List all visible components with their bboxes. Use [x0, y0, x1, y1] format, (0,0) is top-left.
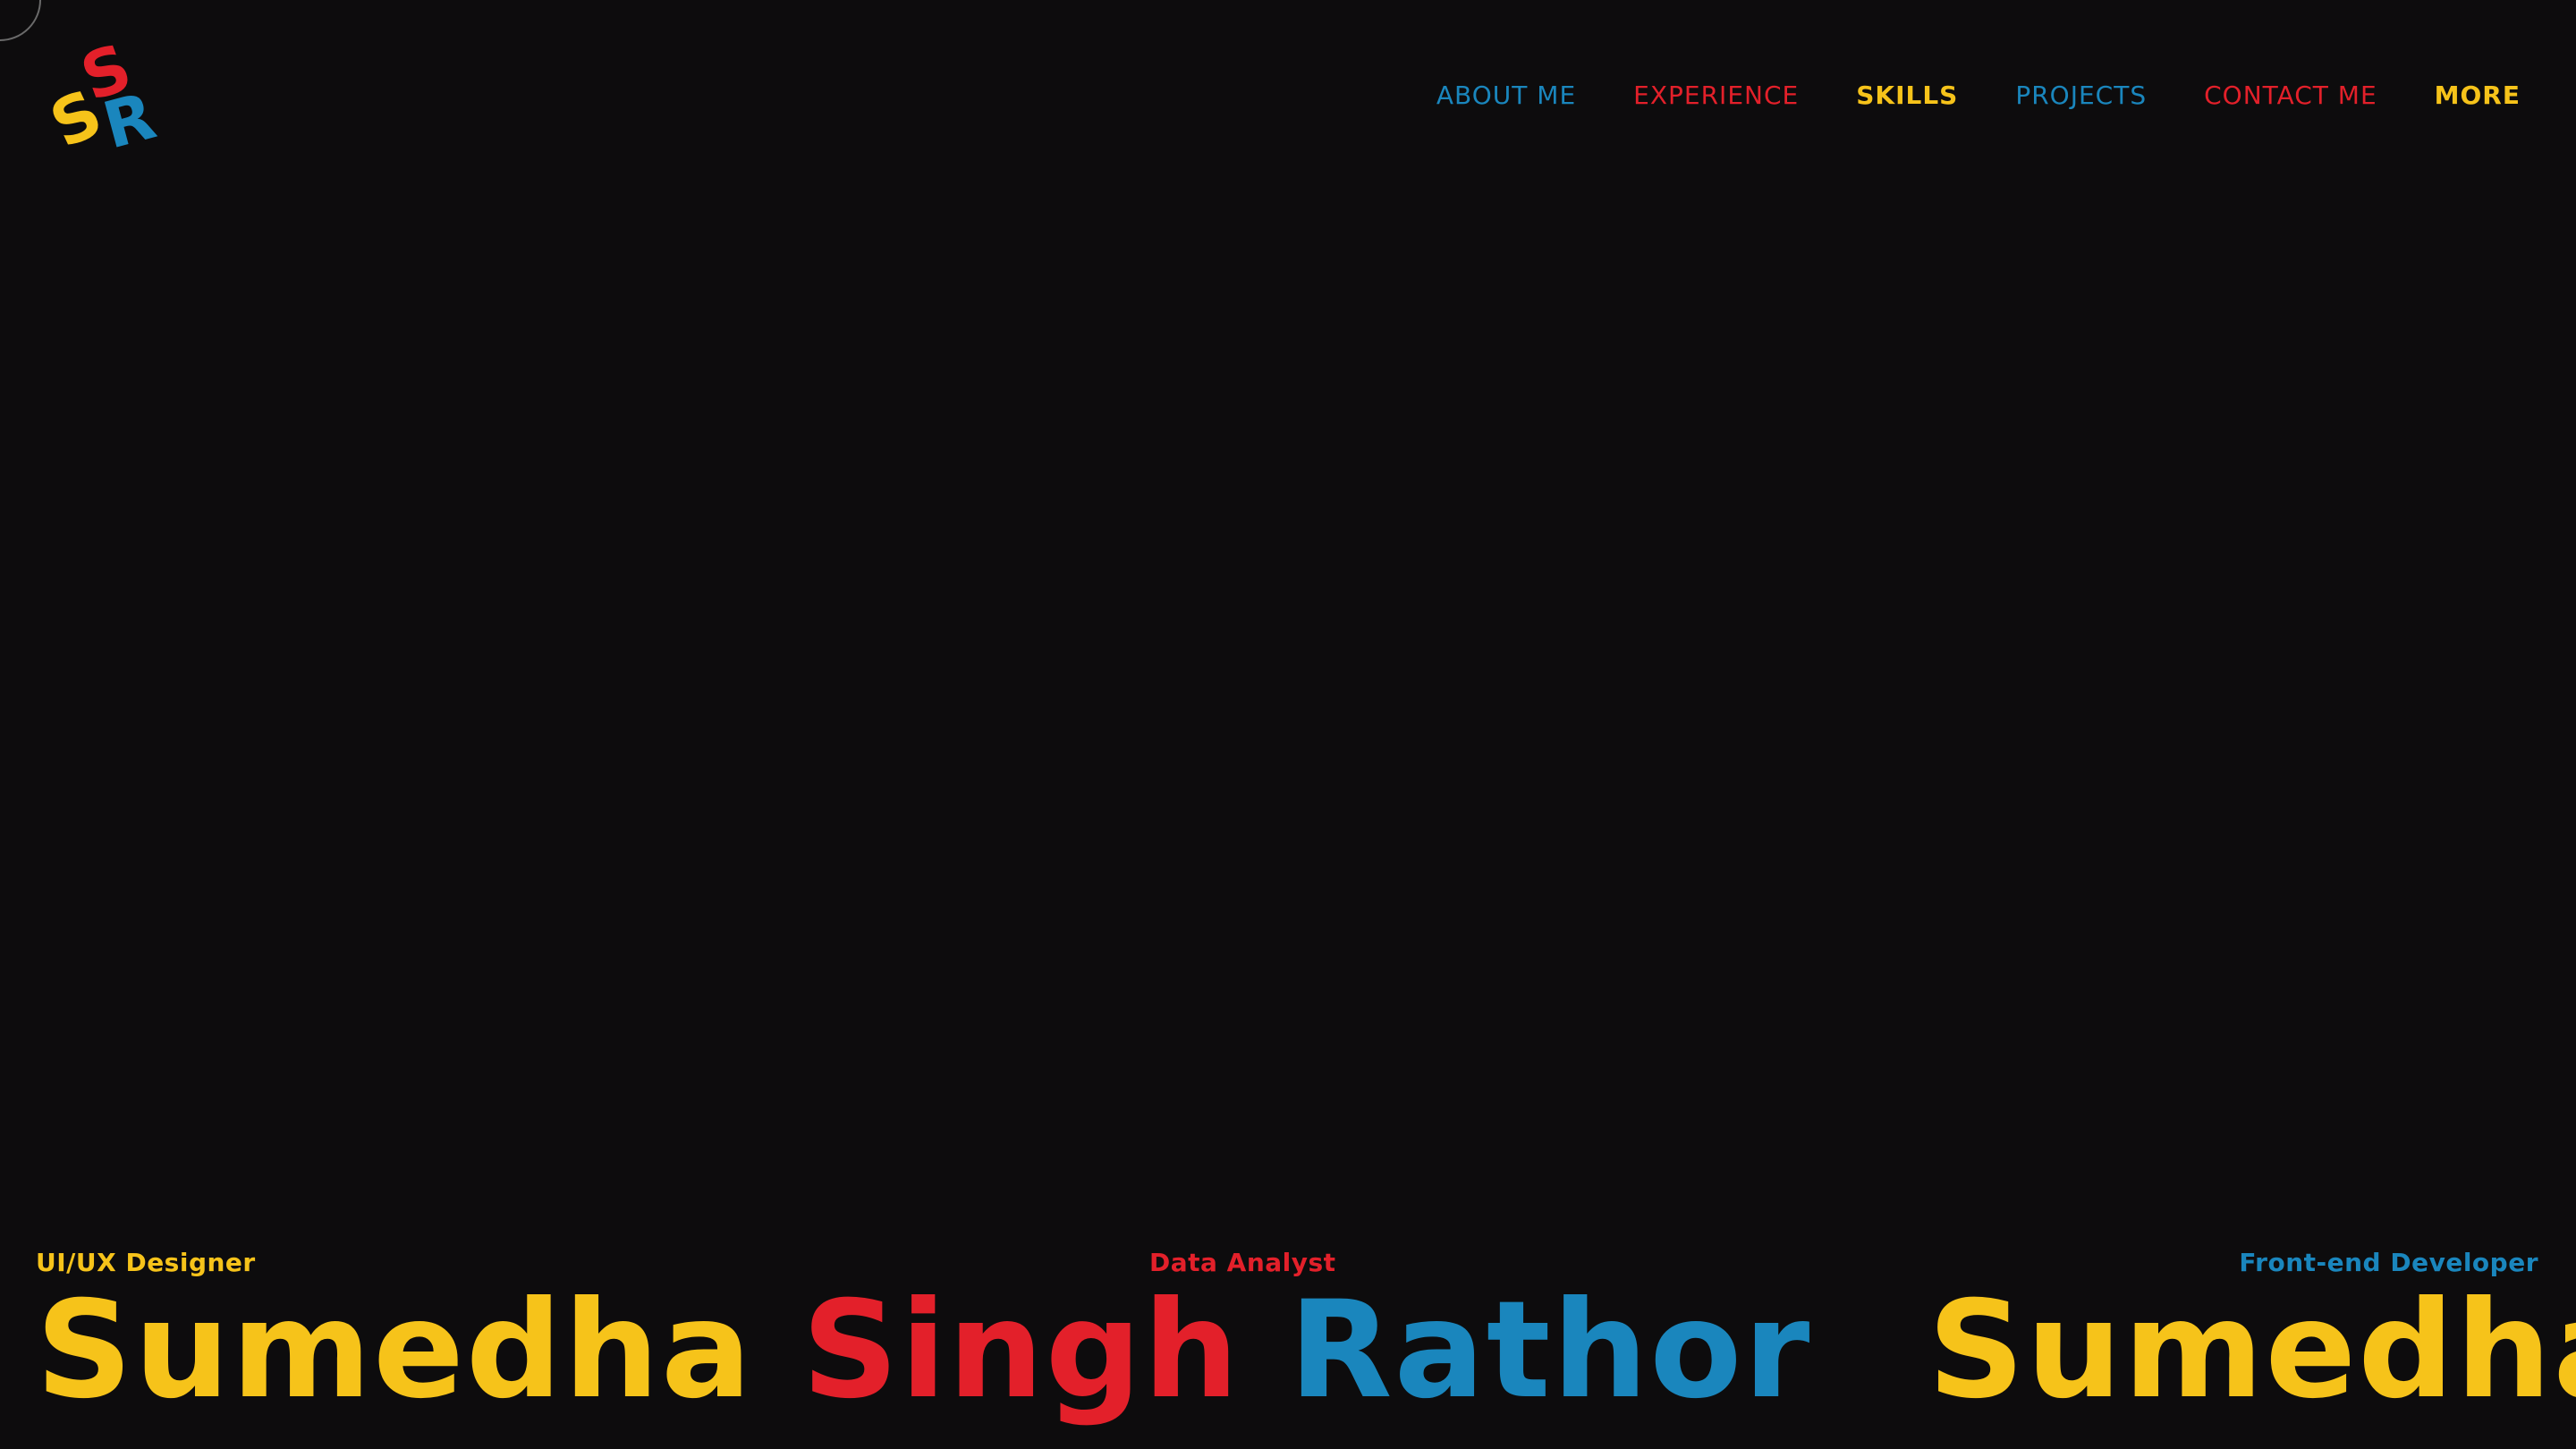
nav-about-me[interactable]: ABOUT ME — [1436, 80, 1576, 110]
cursor-ring — [0, 0, 41, 41]
name-last: Rathor — [1289, 1279, 1812, 1428]
name-group: Sumedha Singh Rathor — [36, 1279, 1811, 1422]
name-first: Sumedha — [1928, 1279, 2576, 1428]
nav-projects[interactable]: PROJECTS — [2015, 80, 2147, 110]
name-middle: Singh — [801, 1279, 1241, 1428]
ssr-logo-icon: S S R — [39, 30, 163, 164]
ssr-logo[interactable]: S S R — [39, 30, 170, 164]
nav-contact-me[interactable]: CONTACT ME — [2204, 80, 2377, 110]
role-ui-ux-designer: UI/UX Designer — [36, 1248, 256, 1277]
main-nav: ABOUT ME EXPERIENCE SKILLS PROJECTS CONT… — [1436, 80, 2521, 110]
name-marquee-track: Sumedha Singh Rathor Sumedha Singh Rathor — [36, 1279, 2576, 1422]
nav-experience[interactable]: EXPERIENCE — [1633, 80, 1799, 110]
nav-more[interactable]: MORE — [2435, 80, 2521, 110]
nav-skills[interactable]: SKILLS — [1856, 80, 1958, 110]
role-front-end-developer: Front-end Developer — [2239, 1248, 2538, 1277]
name-marquee: Sumedha Singh RathorSumedha Singh Rathor — [0, 1279, 2576, 1449]
role-data-analyst: Data Analyst — [1149, 1248, 1336, 1277]
logo-letter-right: R — [96, 78, 163, 161]
name-group: Sumedha Singh Rathor — [1928, 1279, 2576, 1422]
name-first: Sumedha — [36, 1279, 754, 1428]
